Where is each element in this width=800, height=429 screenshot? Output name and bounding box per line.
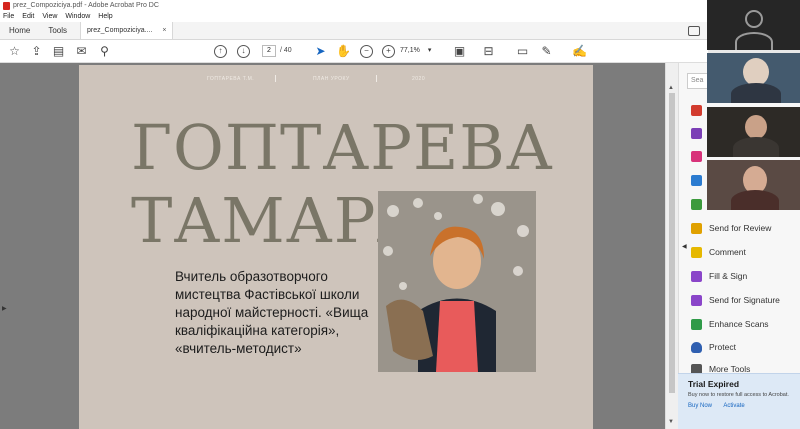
zoom-value: 77,1% [400, 47, 420, 54]
scan-icon[interactable]: ⊟ [482, 45, 495, 58]
tool-comment[interactable]: Comment [691, 245, 746, 259]
vertical-scrollbar[interactable]: ▲ ▼ [665, 63, 678, 429]
tool-fill-sign[interactable]: Fill & Sign [691, 269, 747, 283]
prev-page-icon[interactable]: ↑ [214, 45, 227, 58]
page-number-input[interactable]: 2 [262, 45, 276, 57]
menu-view[interactable]: View [42, 13, 57, 20]
tab-bar: Home Tools prez_Compoziciya.... × [0, 22, 708, 40]
scroll-thumb[interactable] [669, 93, 675, 393]
hand-icon[interactable]: ✋ [336, 45, 351, 58]
header-divider [275, 75, 276, 82]
shield-icon [691, 341, 702, 353]
print-icon[interactable]: ▤ [52, 45, 65, 58]
tool-send-for-signature[interactable]: Send for Signature [691, 293, 780, 307]
teacher-bio: Вчитель образотворчого мистецтва Фастівс… [175, 269, 369, 356]
send-for-review-icon [691, 222, 702, 234]
buy-now-link[interactable]: Buy Now [688, 403, 712, 409]
zoom-out-icon[interactable]: − [360, 45, 373, 58]
create-pdf-icon [691, 127, 702, 139]
zoom-level[interactable]: 77,1% ▾ [400, 45, 442, 57]
select-cursor-icon[interactable]: ➤ [314, 45, 327, 58]
tool-label: Enhance Scans [709, 319, 769, 329]
zoom-search-icon[interactable]: ⚲ [98, 45, 111, 58]
menu-edit[interactable]: Edit [22, 13, 34, 20]
tab-document[interactable]: prez_Compoziciya.... × [80, 22, 174, 39]
comment-icon[interactable]: ▭ [516, 45, 529, 58]
toolbar: ☆ ⇪ ▤ ✉ ⚲ ↑ ↓ 2 / 40 ➤ ✋ − + 77,1% ▾ ▣ ⊟… [0, 40, 708, 63]
video-tile-self[interactable] [707, 0, 800, 50]
participant-body [731, 83, 781, 103]
window-title-bar: prez_Compoziciya.pdf - Adobe Acrobat Pro… [0, 0, 710, 11]
participant-body [733, 137, 779, 157]
send-for-signature-icon [691, 294, 702, 306]
combine-files-icon [691, 198, 702, 210]
window-title: prez_Compoziciya.pdf - Adobe Acrobat Pro… [13, 2, 159, 9]
chat-icon[interactable] [688, 26, 700, 36]
tool-label: Send for Signature [709, 295, 780, 305]
page-total: / 40 [280, 47, 292, 54]
tool-enhance-scans[interactable]: Enhance Scans [691, 317, 769, 331]
fill-sign-icon [691, 270, 702, 282]
participant-face [745, 115, 767, 139]
sign-icon[interactable]: ✍ [572, 45, 587, 58]
trial-expired-banner: Trial Expired Buy now to restore full ac… [678, 373, 800, 429]
page-header-year: 2020 [412, 76, 426, 82]
enhance-scans-icon [691, 318, 702, 330]
scroll-down-icon[interactable]: ▼ [668, 419, 674, 425]
pdf-page: ГОПТАРЕВА Т.М. ПЛАН УРОКУ 2020 ГОПТАРЕВА… [79, 65, 593, 429]
tab-document-label: prez_Compoziciya.... [87, 27, 153, 34]
edit-pdf-icon [691, 174, 702, 186]
next-page-icon[interactable]: ↓ [237, 45, 250, 58]
trial-message: Buy now to restore full access to Acroba… [688, 392, 789, 398]
header-divider [376, 75, 377, 82]
zoom-in-icon[interactable]: + [382, 45, 395, 58]
user-avatar-icon [745, 10, 763, 28]
tool-label: Send for Review [709, 223, 772, 233]
mail-icon[interactable]: ✉ [75, 45, 88, 58]
tool-label: Fill & Sign [709, 271, 748, 281]
export-pdf-icon [691, 104, 702, 116]
video-tile-participant[interactable] [707, 160, 800, 210]
tool-protect[interactable]: Protect [691, 340, 736, 354]
video-tile-participant[interactable] [707, 53, 800, 103]
menu-file[interactable]: File [3, 13, 14, 20]
page-header-author: ГОПТАРЕВА Т.М. [207, 76, 255, 82]
menu-window[interactable]: Window [65, 13, 90, 20]
zoom-dropdown-icon[interactable]: ▾ [428, 47, 432, 54]
tab-home[interactable]: Home [0, 22, 39, 39]
cloud-upload-icon[interactable]: ⇪ [30, 45, 43, 58]
activate-link[interactable]: Activate [723, 403, 744, 409]
acrobat-pdf-icon [3, 1, 10, 10]
page-header-plan: ПЛАН УРОКУ [313, 76, 350, 82]
tool-label: Protect [709, 342, 736, 352]
tab-tools[interactable]: Tools [39, 22, 76, 39]
trial-title: Trial Expired [688, 379, 740, 389]
pen-icon[interactable]: ✎ [540, 45, 553, 58]
collapse-right-pane-icon[interactable]: ◀ [682, 243, 687, 250]
comment-tool-icon [691, 246, 702, 258]
organize-pages-icon [691, 150, 702, 162]
teacher-photo [378, 191, 536, 372]
fit-page-icon[interactable]: ▣ [453, 45, 466, 58]
tool-label: Comment [709, 247, 746, 257]
menu-bar: File Edit View Window Help [0, 11, 710, 22]
scroll-up-icon[interactable]: ▲ [668, 85, 674, 91]
collapse-left-icon[interactable]: ▶ [2, 305, 7, 312]
tool-send-for-review[interactable]: Send for Review [691, 221, 771, 235]
participant-body [731, 190, 779, 210]
participant-face [743, 58, 769, 86]
video-tile-participant[interactable] [707, 107, 800, 157]
menu-help[interactable]: Help [98, 13, 112, 20]
teacher-surname: ГОПТАРЕВА [131, 111, 554, 184]
trial-links: Buy Now Activate [688, 403, 790, 409]
close-tab-icon[interactable]: × [162, 27, 166, 34]
save-star-icon[interactable]: ☆ [8, 45, 21, 58]
teacher-photo-image [378, 191, 536, 372]
user-avatar-body [735, 32, 773, 50]
